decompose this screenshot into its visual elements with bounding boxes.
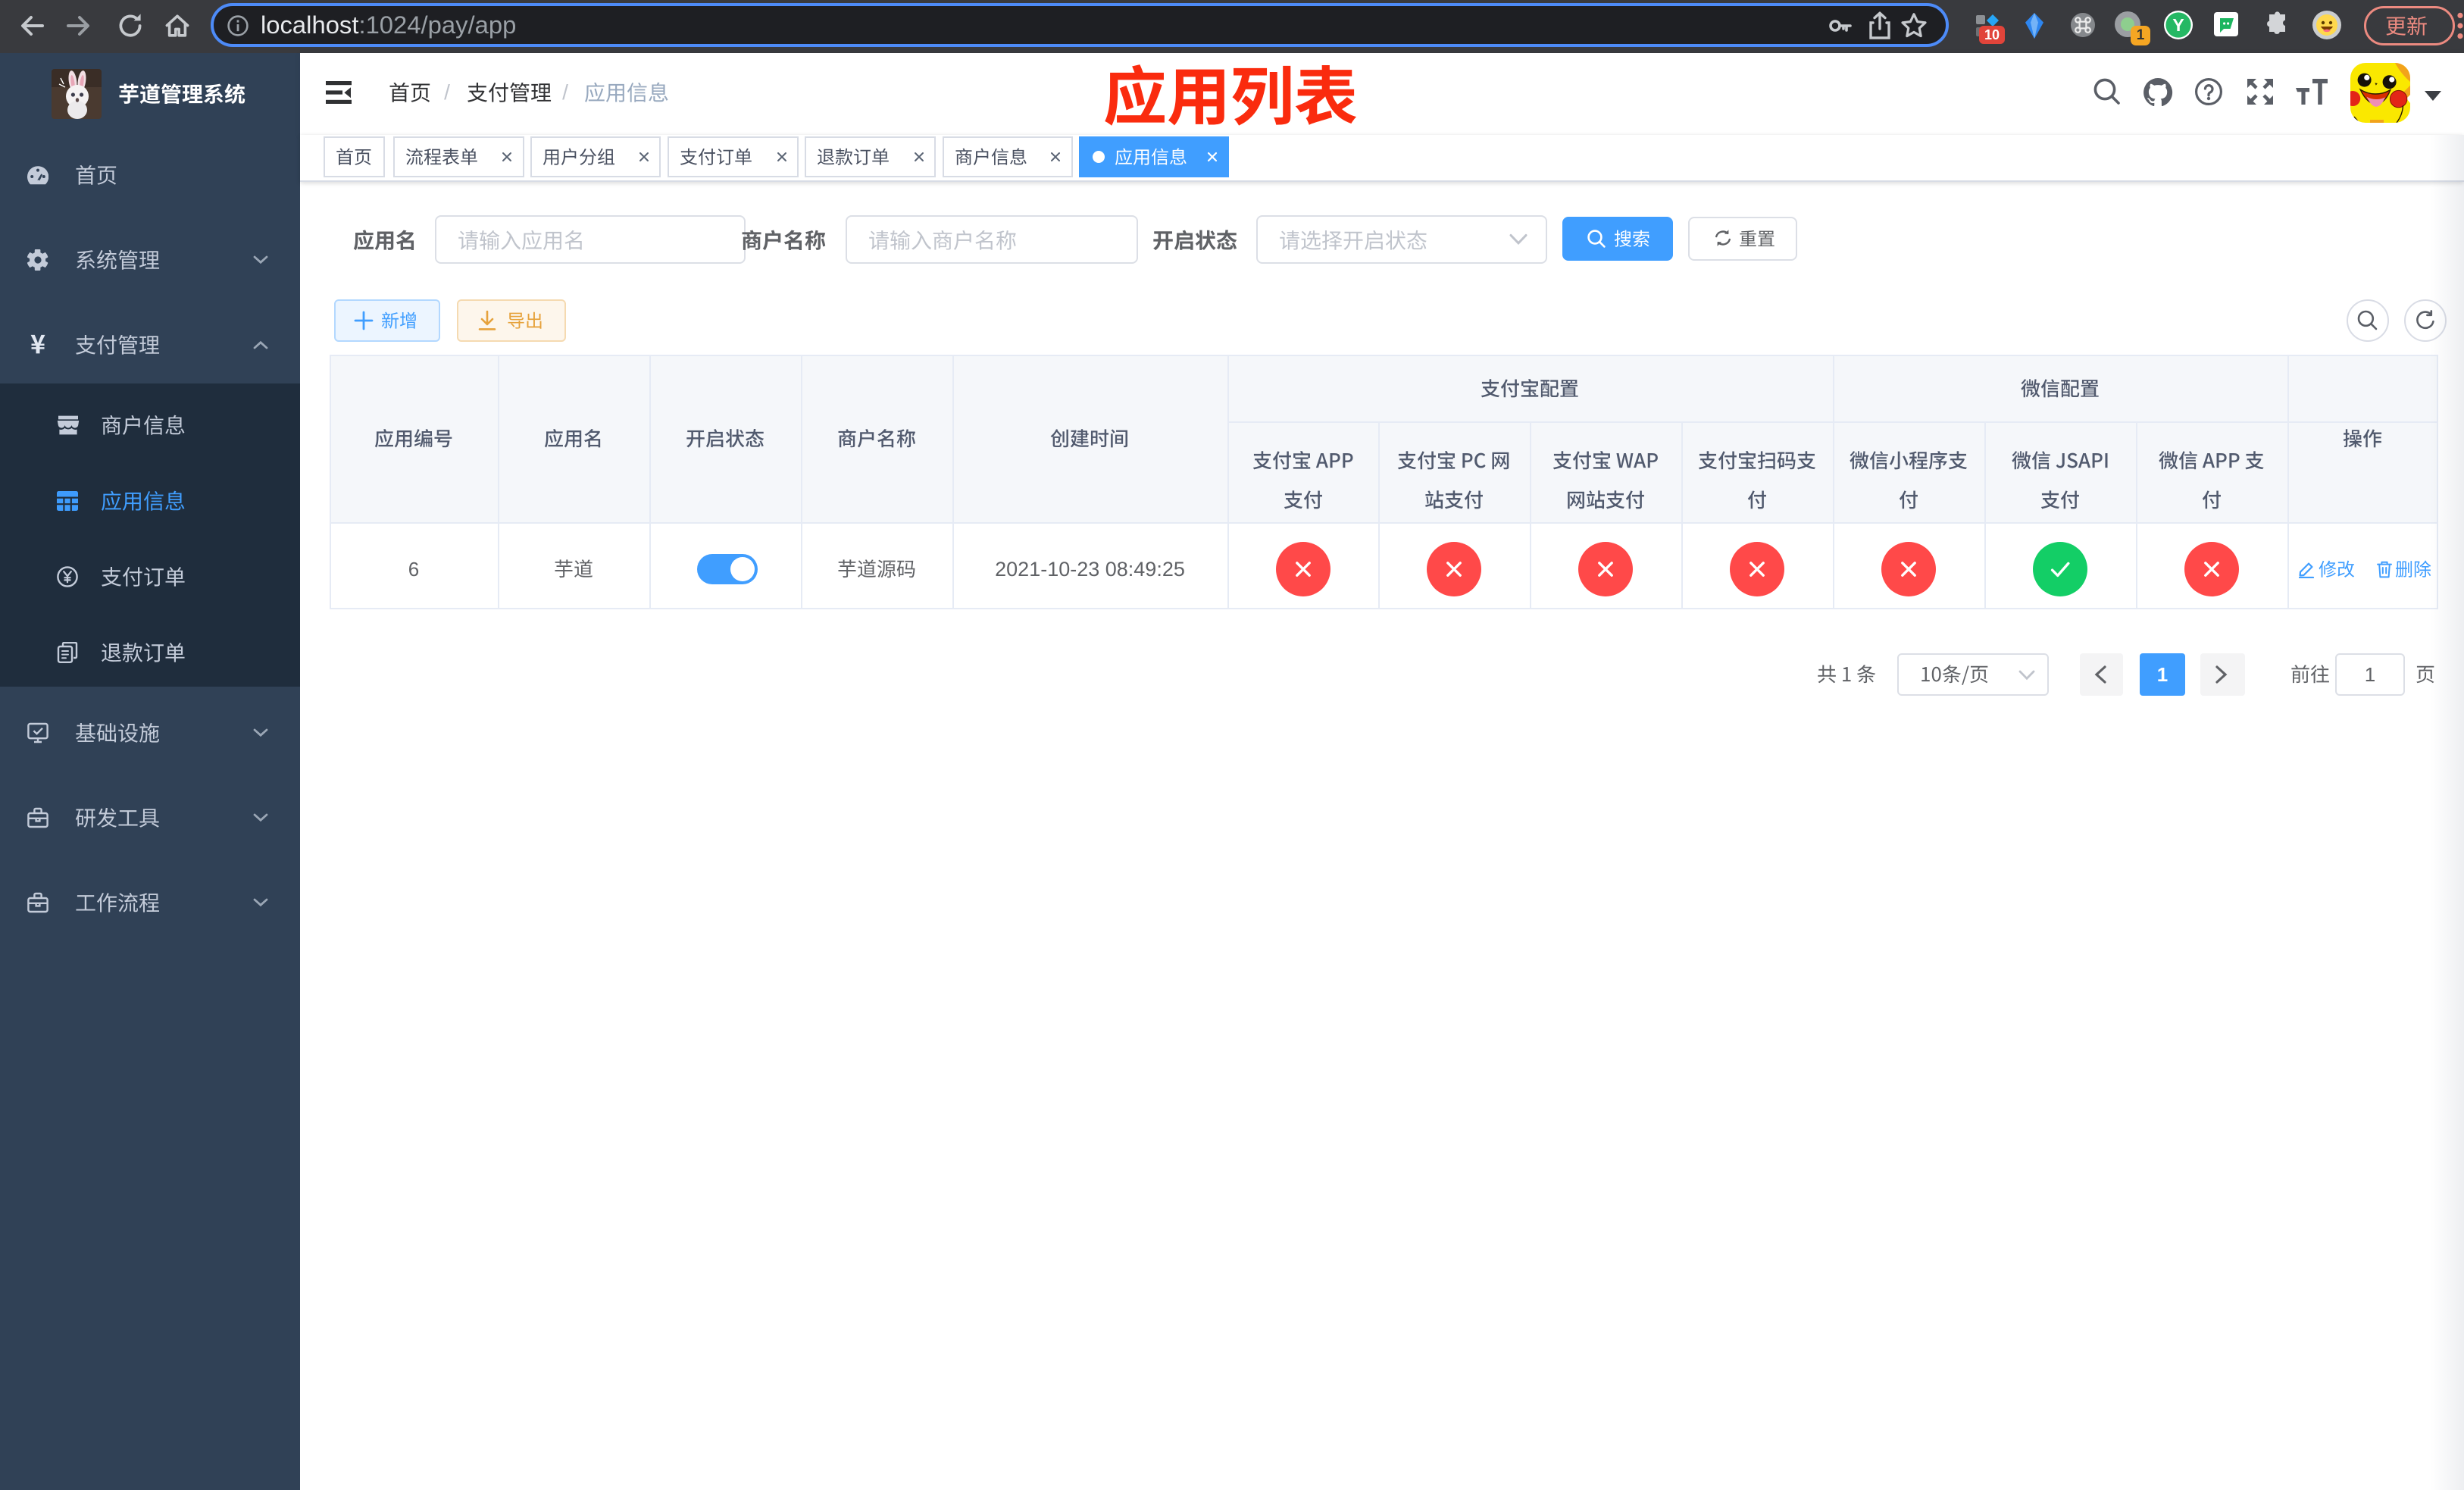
svg-text:Y: Y xyxy=(2172,15,2184,35)
